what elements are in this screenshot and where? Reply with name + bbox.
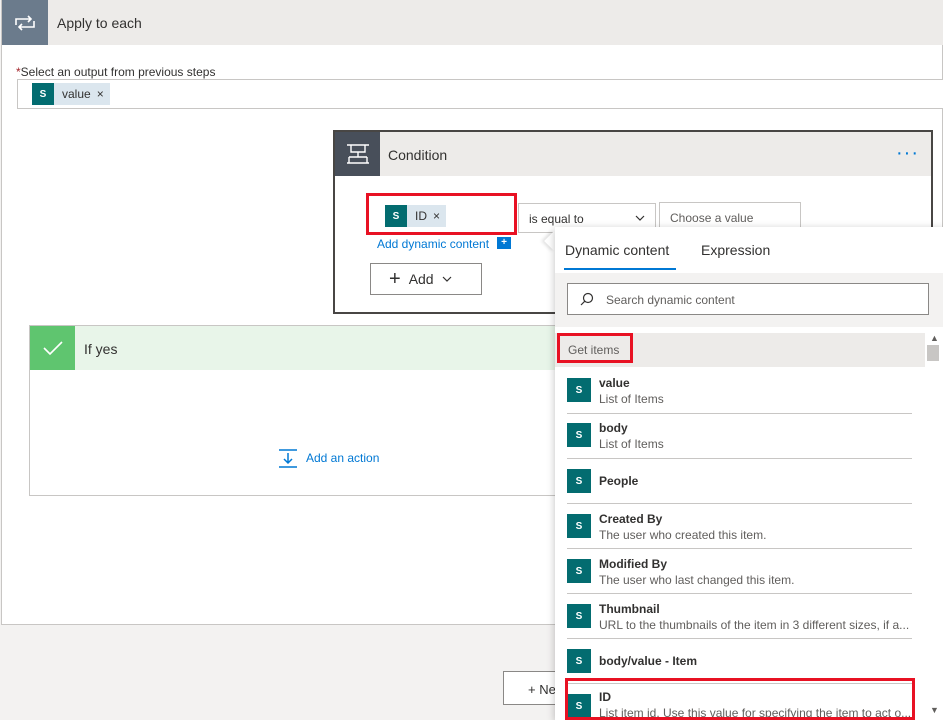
scroll-thumb[interactable]	[927, 345, 939, 361]
scroll-down-icon[interactable]: ▼	[930, 705, 939, 715]
checkmark-icon	[30, 326, 75, 370]
scrollbar[interactable]: ▲ ▼	[925, 331, 941, 720]
chevron-down-icon	[442, 276, 452, 282]
if-yes-title: If yes	[84, 341, 118, 357]
scroll-up-icon[interactable]: ▲	[930, 333, 939, 343]
sharepoint-icon: S	[567, 559, 591, 583]
new-step-button[interactable]: + New step	[503, 671, 563, 705]
list-item[interactable]: S People	[555, 459, 925, 504]
tab-expression[interactable]: Expression	[701, 242, 770, 258]
add-action-icon	[279, 449, 297, 468]
value-token[interactable]: S value ×	[32, 83, 110, 105]
sharepoint-icon: S	[567, 649, 591, 673]
add-dynamic-content-link[interactable]: Add dynamic content	[377, 237, 489, 251]
dynamic-content-panel: Dynamic content Expression Get items S v…	[555, 227, 943, 720]
sharepoint-icon: S	[567, 423, 591, 447]
id-token-highlight	[366, 193, 517, 235]
sharepoint-icon: S	[32, 83, 54, 105]
sharepoint-icon: S	[567, 378, 591, 402]
plus-icon: +	[389, 267, 401, 290]
remove-token-icon[interactable]: ×	[97, 87, 110, 101]
id-item-highlight	[565, 678, 915, 720]
condition-icon	[335, 132, 380, 176]
search-area	[555, 273, 943, 327]
search-dynamic-content-input[interactable]	[606, 290, 916, 310]
more-options-icon[interactable]: ···	[896, 142, 919, 165]
loop-icon	[2, 0, 48, 45]
group-label-get-items: Get items	[557, 333, 633, 363]
add-action-link[interactable]: Add an action	[278, 448, 379, 468]
list-item[interactable]: S Created By The user who created this i…	[555, 504, 925, 549]
condition-title: Condition	[388, 147, 448, 163]
list-item[interactable]: S Modified By The user who last changed …	[555, 549, 925, 594]
add-dynamic-content-icon[interactable]: +	[497, 237, 511, 249]
list-item[interactable]: S value List of Items	[555, 369, 925, 414]
add-button[interactable]: + Add	[370, 263, 482, 295]
apply-to-each-title: Apply to each	[57, 15, 142, 31]
search-icon	[580, 292, 594, 306]
chevron-down-icon	[635, 215, 645, 221]
sharepoint-icon: S	[567, 514, 591, 538]
sharepoint-icon: S	[567, 604, 591, 628]
condition-header[interactable]: Condition ···	[335, 132, 931, 176]
list-item[interactable]: S Thumbnail URL to the thumbnails of the…	[555, 594, 925, 639]
list-item[interactable]: S body List of Items	[555, 414, 925, 459]
sharepoint-icon: S	[567, 469, 591, 493]
if-yes-card: If yes Add an action	[29, 325, 570, 496]
active-tab-indicator	[564, 268, 676, 270]
output-label: *Select an output from previous steps	[16, 65, 216, 79]
if-yes-header[interactable]: If yes	[30, 326, 570, 370]
apply-to-each-header[interactable]: Apply to each	[2, 0, 943, 45]
tab-dynamic-content[interactable]: Dynamic content	[565, 242, 669, 258]
search-box[interactable]	[567, 283, 929, 315]
output-field[interactable]: S value ×	[17, 79, 943, 109]
